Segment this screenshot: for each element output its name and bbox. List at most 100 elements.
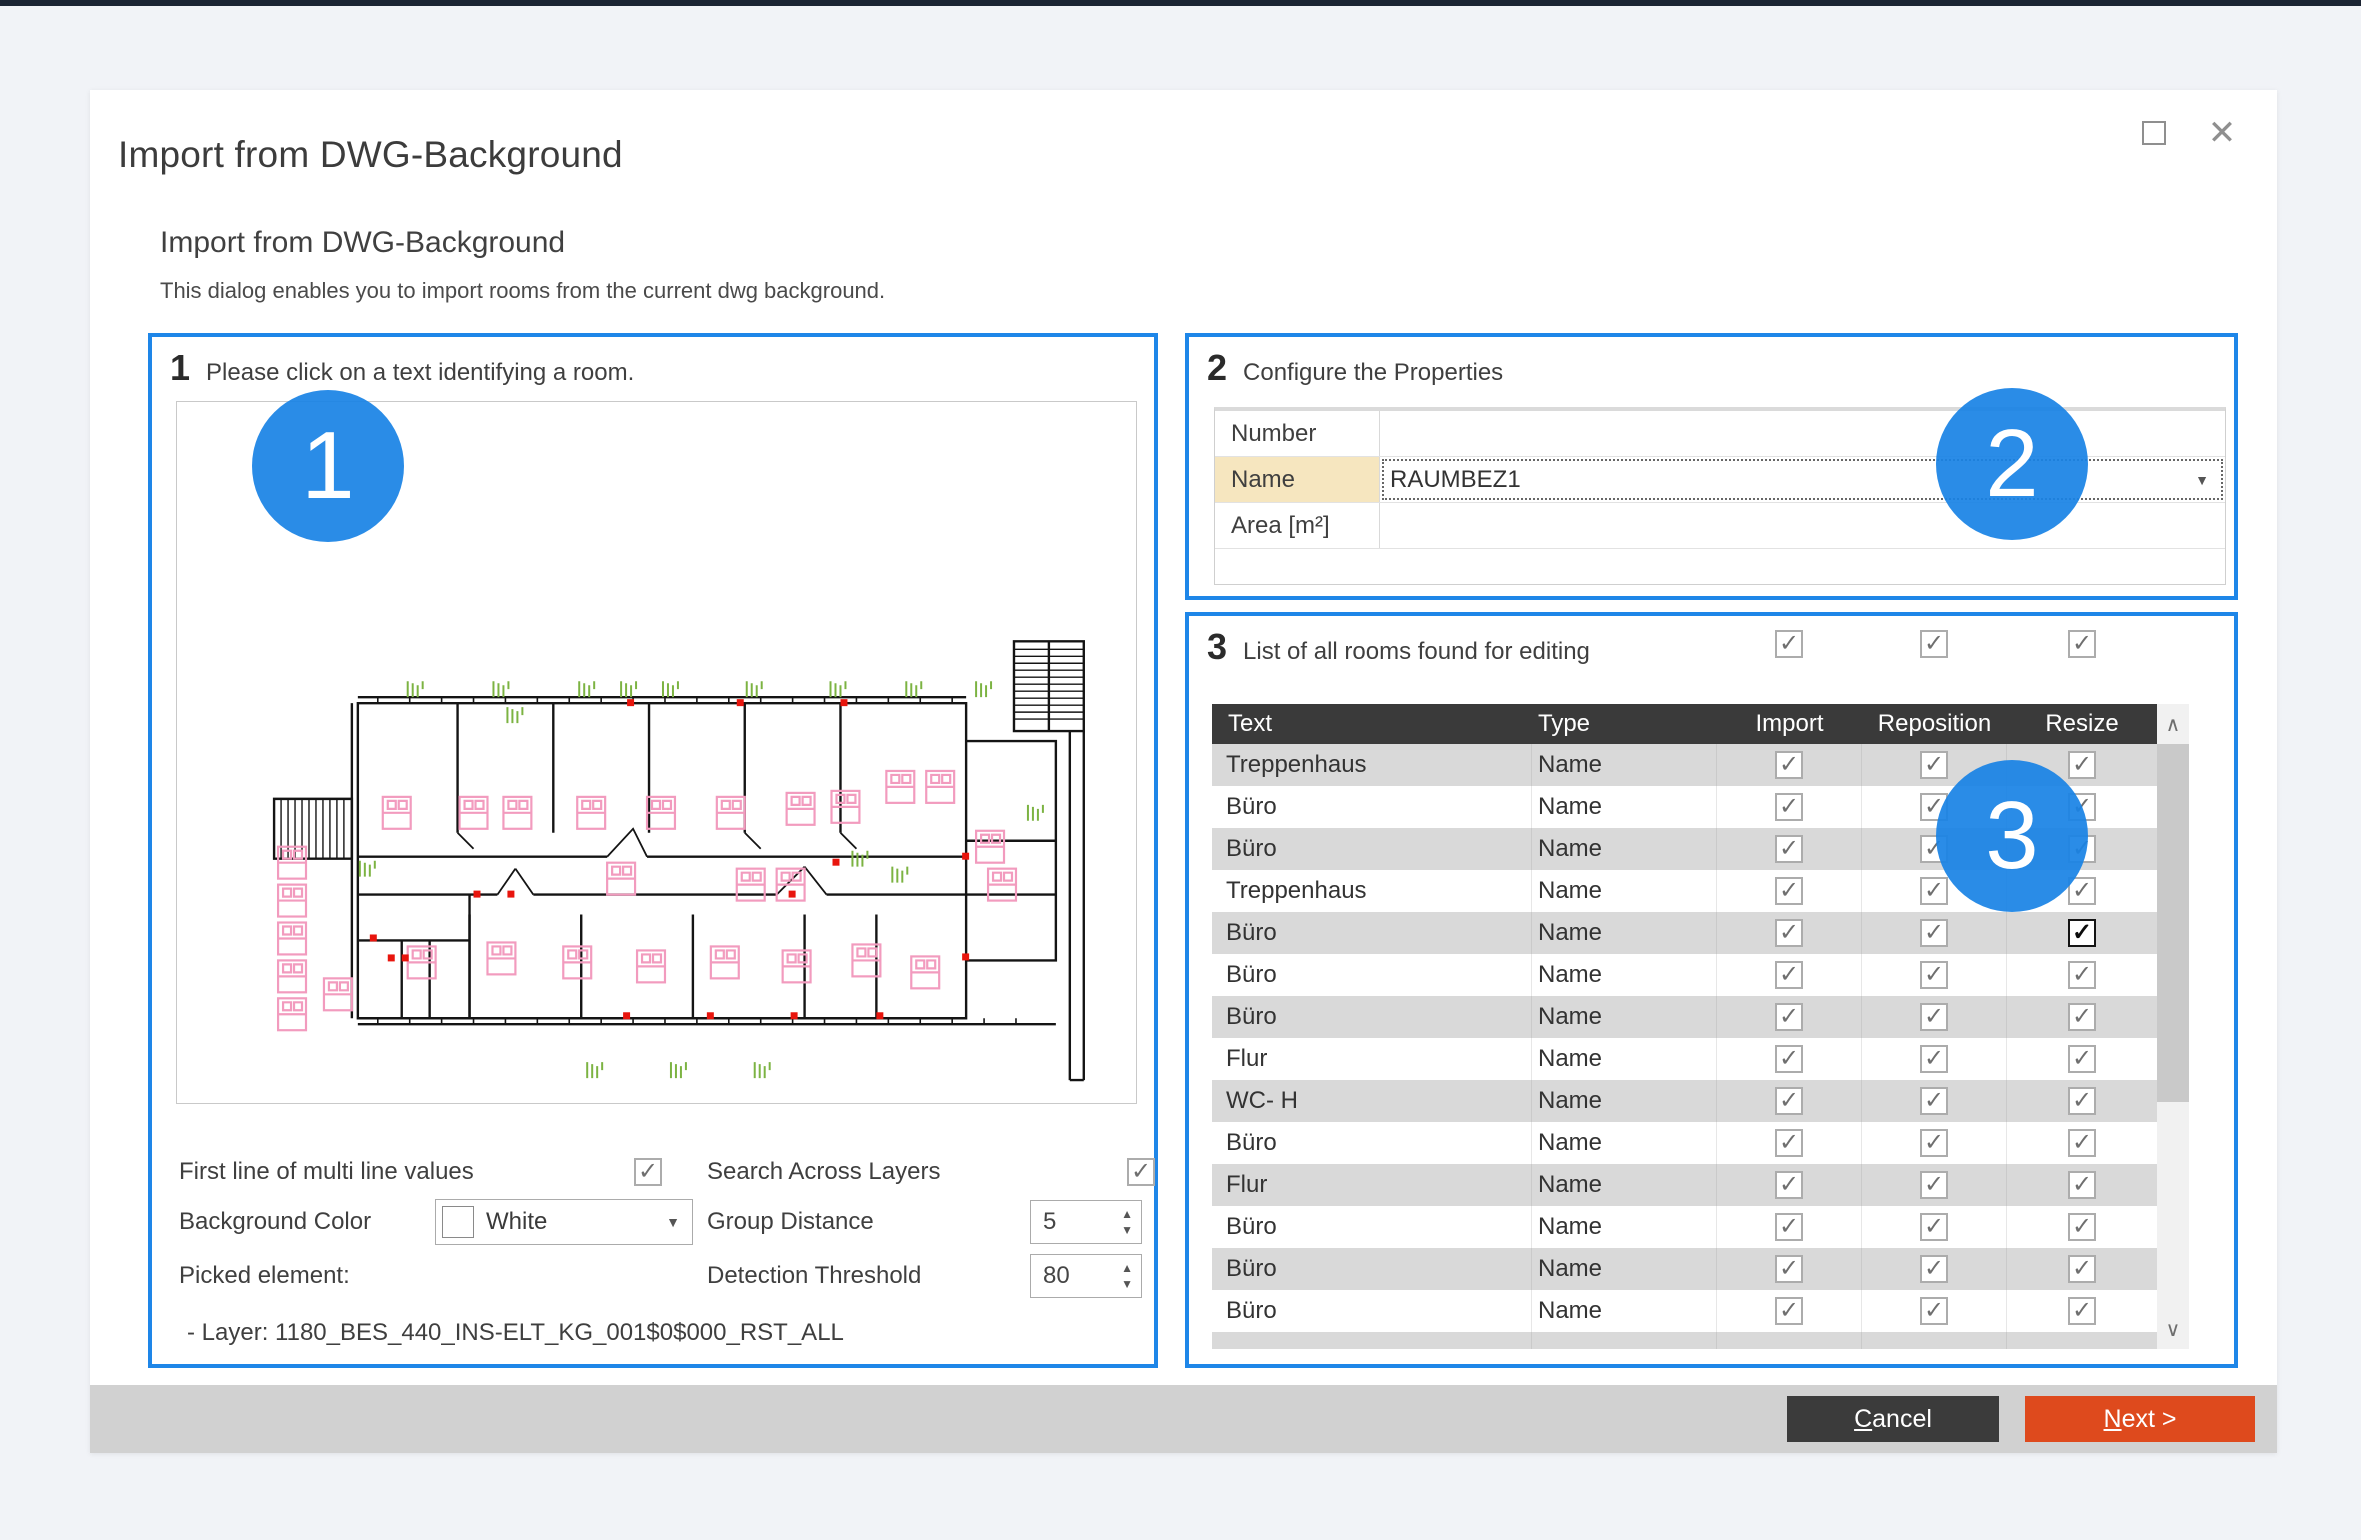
resize-checkbox[interactable]: ✓ — [2068, 1087, 2096, 1115]
close-icon: ✕ — [2208, 116, 2237, 150]
column-header-import[interactable]: Import — [1717, 710, 1862, 738]
import-checkbox[interactable]: ✓ — [1775, 1129, 1803, 1157]
resize-checkbox[interactable]: ✓ — [2068, 1171, 2096, 1199]
spin-up-icon[interactable]: ▲ — [1121, 1262, 1133, 1274]
bulk-checkbox-2[interactable]: ✓ — [2068, 630, 2096, 658]
resize-checkbox[interactable]: ✓ — [2068, 1003, 2096, 1031]
section1-step-number: 1 — [170, 347, 190, 389]
scroll-up-icon[interactable]: ∧ — [2157, 706, 2189, 742]
spin-up-icon[interactable]: ▲ — [1121, 1208, 1133, 1220]
reposition-checkbox[interactable]: ✓ — [1920, 877, 1948, 905]
bulk-checkbox-1[interactable]: ✓ — [1920, 630, 1948, 658]
reposition-checkbox[interactable]: ✓ — [1920, 1087, 1948, 1115]
maximize-button[interactable] — [2137, 116, 2171, 150]
first-line-checkbox[interactable]: ✓ — [634, 1158, 662, 1186]
resize-cell: ✓ — [2007, 1206, 2157, 1248]
import-checkbox[interactable]: ✓ — [1775, 751, 1803, 779]
detection-threshold-label: Detection Threshold — [707, 1253, 921, 1299]
table-row-13[interactable]: Büro Name ✓ ✓ ✓ — [1212, 1290, 2157, 1332]
step-badge-2: 2 — [1936, 388, 2088, 540]
spin-down-icon[interactable]: ▼ — [1121, 1224, 1133, 1236]
group-distance-value: 5 — [1043, 1199, 1056, 1245]
table-row-9[interactable]: Büro Name ✓ ✓ ✓ — [1212, 1122, 2157, 1164]
reposition-checkbox[interactable]: ✓ — [1920, 1297, 1948, 1325]
reposition-checkbox[interactable]: ✓ — [1920, 961, 1948, 989]
table-row-14[interactable] — [1212, 1332, 2157, 1349]
cancel-button[interactable]: Cancel — [1787, 1396, 1999, 1442]
reposition-cell: ✓ — [1862, 1248, 2007, 1290]
column-header-resize[interactable]: Resize — [2007, 710, 2157, 738]
import-checkbox[interactable]: ✓ — [1775, 1045, 1803, 1073]
import-checkbox[interactable]: ✓ — [1775, 1087, 1803, 1115]
resize-checkbox[interactable]: ✓ — [2068, 1213, 2096, 1241]
reposition-checkbox[interactable]: ✓ — [1920, 1003, 1948, 1031]
room-type-cell — [1532, 1332, 1717, 1349]
resize-cell: ✓ — [2007, 1122, 2157, 1164]
reposition-checkbox[interactable]: ✓ — [1920, 751, 1948, 779]
resize-checkbox[interactable]: ✓ — [2068, 919, 2096, 947]
detection-threshold-stepper[interactable]: 80 ▲ ▼ — [1030, 1254, 1142, 1298]
search-layers-checkbox[interactable]: ✓ — [1127, 1158, 1155, 1186]
property-value-field[interactable]: RAUMBEZ1 ▼ — [1380, 457, 2225, 502]
import-checkbox[interactable]: ✓ — [1775, 1297, 1803, 1325]
close-button[interactable]: ✕ — [2205, 116, 2239, 150]
import-cell: ✓ — [1717, 996, 1862, 1038]
column-header-type[interactable]: Type — [1532, 710, 1717, 738]
reposition-checkbox[interactable]: ✓ — [1920, 1213, 1948, 1241]
table-row-12[interactable]: Büro Name ✓ ✓ ✓ — [1212, 1248, 2157, 1290]
group-distance-stepper[interactable]: 5 ▲ ▼ — [1030, 1200, 1142, 1244]
scrollbar[interactable]: ∧ ∨ — [2157, 704, 2189, 1349]
next-button[interactable]: Next > — [2025, 1396, 2255, 1442]
reposition-checkbox[interactable]: ✓ — [1920, 1255, 1948, 1283]
import-checkbox[interactable]: ✓ — [1775, 835, 1803, 863]
background-color-dropdown[interactable]: White ▼ — [435, 1199, 693, 1245]
property-value-field[interactable] — [1380, 503, 2225, 548]
reposition-checkbox[interactable]: ✓ — [1920, 1171, 1948, 1199]
import-checkbox[interactable]: ✓ — [1775, 1213, 1803, 1241]
table-row-8[interactable]: WC- H Name ✓ ✓ ✓ — [1212, 1080, 2157, 1122]
import-cell — [1717, 1332, 1862, 1349]
bulk-checkbox-0[interactable]: ✓ — [1775, 630, 1803, 658]
section2-header: 2 Configure the Properties — [1207, 347, 1503, 389]
table-row-6[interactable]: Büro Name ✓ ✓ ✓ — [1212, 996, 2157, 1038]
reposition-checkbox[interactable]: ✓ — [1920, 1045, 1948, 1073]
spinner-buttons[interactable]: ▲ ▼ — [1121, 1262, 1133, 1290]
resize-checkbox[interactable]: ✓ — [2068, 961, 2096, 989]
column-header-text[interactable]: Text — [1212, 710, 1532, 738]
import-checkbox[interactable]: ✓ — [1775, 1003, 1803, 1031]
room-text-cell: Büro — [1212, 1122, 1532, 1164]
import-checkbox[interactable]: ✓ — [1775, 1171, 1803, 1199]
resize-checkbox[interactable]: ✓ — [2068, 1129, 2096, 1157]
import-checkbox[interactable]: ✓ — [1775, 961, 1803, 989]
import-checkbox[interactable]: ✓ — [1775, 877, 1803, 905]
table-row-10[interactable]: Flur Name ✓ ✓ ✓ — [1212, 1164, 2157, 1206]
maximize-icon — [2142, 121, 2166, 145]
resize-checkbox[interactable]: ✓ — [2068, 1297, 2096, 1325]
table-row-5[interactable]: Büro Name ✓ ✓ ✓ — [1212, 954, 2157, 996]
color-swatch-white — [442, 1206, 474, 1238]
resize-cell: ✓ — [2007, 912, 2157, 954]
import-checkbox[interactable]: ✓ — [1775, 1255, 1803, 1283]
import-cell: ✓ — [1717, 1122, 1862, 1164]
table-row-11[interactable]: Büro Name ✓ ✓ ✓ — [1212, 1206, 2157, 1248]
resize-checkbox[interactable]: ✓ — [2068, 1045, 2096, 1073]
reposition-checkbox[interactable]: ✓ — [1920, 919, 1948, 947]
search-layers-label: Search Across Layers — [707, 1157, 940, 1187]
property-value-field[interactable] — [1380, 411, 2225, 456]
spin-down-icon[interactable]: ▼ — [1121, 1278, 1133, 1290]
spinner-buttons[interactable]: ▲ ▼ — [1121, 1208, 1133, 1236]
resize-cell: ✓ — [2007, 1080, 2157, 1122]
import-checkbox[interactable]: ✓ — [1775, 793, 1803, 821]
import-dwg-dialog: Import from DWG-Background ✕ Import from… — [90, 90, 2277, 1453]
scrollbar-thumb[interactable] — [2157, 744, 2189, 1102]
column-header-reposition[interactable]: Reposition — [1862, 710, 2007, 738]
import-checkbox[interactable]: ✓ — [1775, 919, 1803, 947]
resize-checkbox[interactable]: ✓ — [2068, 751, 2096, 779]
room-type-cell: Name — [1532, 786, 1717, 828]
table-row-4[interactable]: Büro Name ✓ ✓ ✓ — [1212, 912, 2157, 954]
reposition-checkbox[interactable]: ✓ — [1920, 1129, 1948, 1157]
scroll-down-icon[interactable]: ∨ — [2157, 1311, 2189, 1347]
table-row-7[interactable]: Flur Name ✓ ✓ ✓ — [1212, 1038, 2157, 1080]
property-combobox[interactable]: RAUMBEZ1 ▼ — [1382, 459, 2223, 500]
resize-checkbox[interactable]: ✓ — [2068, 1255, 2096, 1283]
